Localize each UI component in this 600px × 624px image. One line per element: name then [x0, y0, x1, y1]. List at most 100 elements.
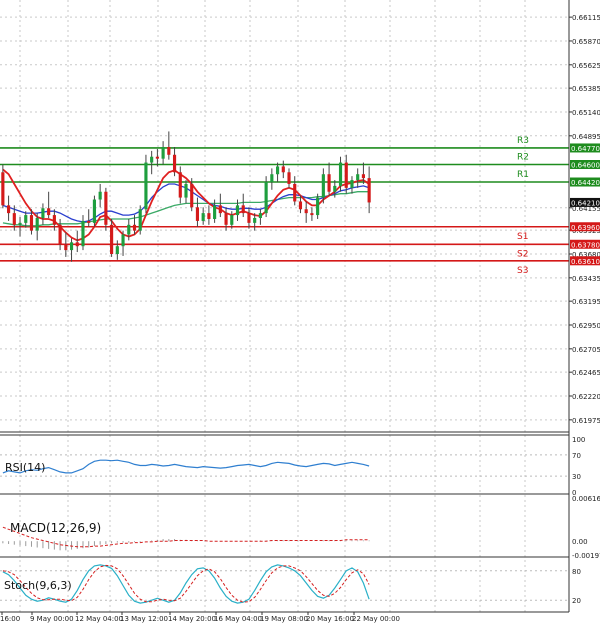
candle-body[interactable]: [144, 162, 148, 210]
candle-body[interactable]: [338, 162, 343, 186]
candle-body[interactable]: [316, 197, 320, 216]
candle-body[interactable]: [258, 213, 262, 218]
candle-body[interactable]: [361, 174, 365, 179]
candle-body[interactable]: [367, 178, 371, 203]
candle-body[interactable]: [241, 205, 245, 214]
level-price-label: 0.64600: [571, 162, 600, 170]
macd-y-tick-label: 0.006161: [572, 495, 600, 503]
rsi-pane[interactable]: [2, 459, 370, 474]
rsi-y-tick-label: 70: [572, 452, 581, 460]
candle-body[interactable]: [47, 208, 51, 216]
x-tick-label: 12 May 04:00: [75, 615, 123, 623]
y-tick-label: 0.65140: [572, 109, 600, 117]
macd-y-tick-label: 0.00: [572, 538, 588, 546]
stoch-label: Stoch(9,6,3): [4, 579, 72, 592]
candle-body[interactable]: [178, 172, 182, 198]
level-name-r1: R1: [517, 170, 529, 180]
candle-body[interactable]: [344, 162, 348, 188]
candle-body[interactable]: [281, 166, 285, 173]
candle-body[interactable]: [270, 174, 274, 183]
y-tick-label: 0.62950: [572, 322, 600, 330]
x-tick-label: 22 May 00:00: [352, 615, 400, 623]
candle-body[interactable]: [98, 191, 102, 200]
candle-body[interactable]: [132, 224, 137, 231]
candle-body[interactable]: [92, 199, 97, 223]
candle-body[interactable]: [327, 174, 331, 192]
candle-body[interactable]: [64, 244, 68, 251]
candle-body[interactable]: [121, 234, 125, 247]
candle-body[interactable]: [75, 242, 79, 247]
stoch-y-tick-label: 20: [572, 597, 581, 605]
candle-body[interactable]: [81, 220, 85, 247]
x-tick-label: 9 May 00:00: [30, 615, 74, 623]
candle-body[interactable]: [167, 146, 171, 155]
candle-body[interactable]: [310, 213, 314, 216]
x-tick-label: 20 May 16:00: [306, 615, 354, 623]
y-tick-label: 0.63195: [572, 298, 600, 306]
candle-body[interactable]: [7, 205, 11, 214]
x-tick-label: 14 May 20:00: [168, 615, 216, 623]
candle-body[interactable]: [190, 183, 194, 208]
level-name-s1: S1: [517, 232, 528, 242]
candle-body[interactable]: [155, 156, 159, 159]
level-price-label: 0.64420: [571, 179, 600, 187]
macd-label: MACD(12,26,9): [10, 521, 101, 535]
rsi-label: RSI(14): [5, 461, 45, 474]
candle-body[interactable]: [207, 213, 211, 219]
candle-body[interactable]: [104, 191, 108, 225]
candle-body[interactable]: [87, 220, 91, 223]
candle-body[interactable]: [12, 213, 16, 225]
candle-body[interactable]: [247, 213, 251, 223]
stoch-y-tick-label: 80: [572, 568, 581, 576]
candle-body[interactable]: [287, 172, 291, 184]
candle-body[interactable]: [213, 205, 217, 219]
y-tick-label: 0.61975: [572, 417, 600, 425]
candle-body[interactable]: [35, 218, 39, 231]
candle-body[interactable]: [333, 185, 337, 192]
candle-body[interactable]: [298, 201, 303, 210]
y-tick-label: 0.62705: [572, 346, 600, 354]
candle-body[interactable]: [24, 215, 28, 223]
x-tick-label: 19 May 08:00: [260, 615, 308, 623]
level-price-label: 0.64770: [571, 145, 600, 153]
candle-body[interactable]: [184, 183, 188, 198]
candle-body[interactable]: [201, 213, 205, 221]
candle-body[interactable]: [264, 182, 268, 214]
candle-body[interactable]: [304, 209, 308, 214]
candle-body[interactable]: [150, 156, 154, 163]
y-tick-label: 0.65385: [572, 85, 600, 93]
candle-body[interactable]: [138, 209, 142, 231]
level-name-r2: R2: [517, 153, 529, 163]
candle-body[interactable]: [321, 174, 325, 198]
candle-body[interactable]: [41, 208, 45, 218]
candle-body[interactable]: [18, 222, 22, 225]
candle-body[interactable]: [218, 205, 222, 214]
candle-body[interactable]: [195, 207, 200, 221]
candle-body[interactable]: [275, 166, 280, 175]
candle-body[interactable]: [350, 180, 354, 188]
macd-y-tick-label: -0.001971: [572, 552, 600, 560]
candle-body[interactable]: [115, 246, 119, 254]
x-tick-label: 13 May 12:00: [120, 615, 168, 623]
x-tick-label: 16:00: [0, 615, 20, 623]
candle-body[interactable]: [69, 242, 74, 251]
candle-body[interactable]: [230, 215, 234, 225]
candle-body[interactable]: [52, 215, 56, 225]
candle-body[interactable]: [1, 172, 5, 206]
candle-body[interactable]: [161, 146, 165, 159]
candle-body[interactable]: [235, 205, 240, 216]
candle-body[interactable]: [127, 224, 131, 235]
y-tick-label: 0.63435: [572, 275, 600, 283]
rsi-line: [2, 459, 370, 474]
candle-body[interactable]: [253, 218, 257, 223]
candle-body[interactable]: [110, 224, 114, 254]
level-price-label: 0.63610: [571, 258, 600, 266]
level-price-label: 0.63780: [571, 241, 600, 249]
candle-body[interactable]: [224, 213, 228, 225]
candle-body[interactable]: [172, 154, 177, 173]
forex-chart: R3 R2 R1 S1 S2 S3 0.66115 0.65870 0.65625 0.6538…: [0, 0, 600, 623]
candle-body[interactable]: [356, 174, 360, 181]
candle-body[interactable]: [29, 215, 34, 231]
candle-body[interactable]: [58, 224, 62, 245]
candle-body[interactable]: [293, 183, 297, 202]
